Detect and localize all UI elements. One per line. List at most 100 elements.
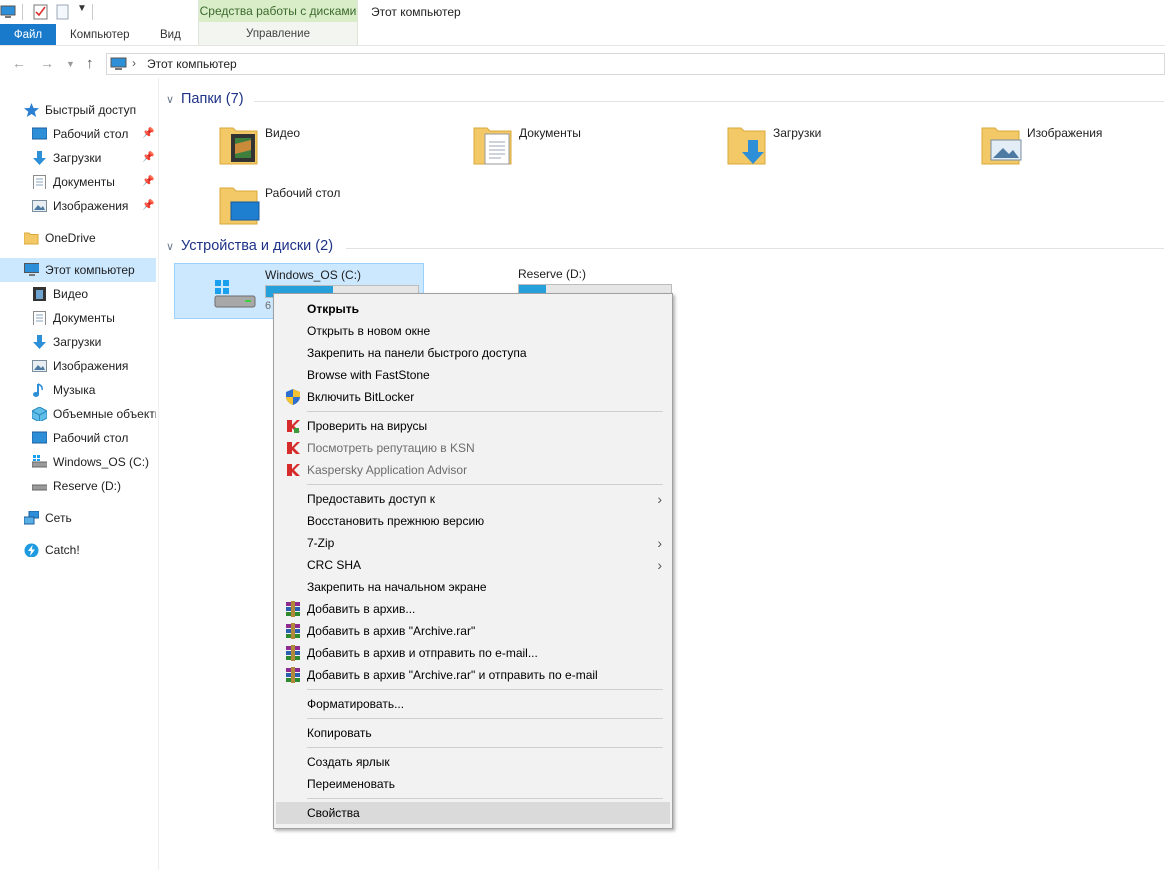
menu-item-kaspersky-advisor[interactable]: Kaspersky Application Advisor bbox=[276, 459, 670, 481]
sidebar-item-label: Рабочий стол bbox=[53, 431, 129, 445]
tab-view[interactable]: Вид bbox=[160, 24, 181, 46]
menu-item-ksn-reputation[interactable]: Посмотреть репутацию в KSN bbox=[276, 437, 670, 459]
menu-item-properties[interactable]: Свойства bbox=[276, 802, 670, 824]
sidebar-item-desktop[interactable]: Рабочий стол 📌 bbox=[0, 122, 156, 146]
menu-item-archive-email[interactable]: Добавить в архив и отправить по e-mail..… bbox=[276, 642, 670, 664]
group-header-devices[interactable]: ∨ Устройства и диски (2) bbox=[166, 238, 1165, 258]
menu-item-label: Добавить в архив "Archive.rar" bbox=[307, 624, 476, 638]
sidebar-item-downloads-pc[interactable]: Загрузки bbox=[0, 330, 156, 354]
recent-locations-icon[interactable]: ▼ bbox=[66, 59, 75, 69]
sidebar-item-pictures-pc[interactable]: Изображения bbox=[0, 354, 156, 378]
chevron-down-icon[interactable]: ∨ bbox=[166, 93, 174, 106]
desktop-folder-icon bbox=[219, 187, 260, 225]
computer-icon[interactable] bbox=[0, 4, 18, 20]
ribbon-divider bbox=[0, 45, 1165, 46]
sidebar-item-network[interactable]: Сеть bbox=[0, 506, 156, 530]
sidebar-item-label: Загрузки bbox=[53, 151, 102, 165]
customize-qat-icon[interactable]: ▼ bbox=[77, 3, 87, 14]
drive-name: Reserve (D:) bbox=[518, 267, 587, 281]
sidebar-item-documents[interactable]: Документы 📌 bbox=[0, 170, 156, 194]
shield-icon bbox=[286, 389, 300, 405]
sidebar-item-videos[interactable]: Видео bbox=[0, 282, 156, 306]
sidebar-item-3d-objects[interactable]: Объемные объекты bbox=[0, 402, 156, 426]
pin-icon[interactable]: 📌 bbox=[142, 146, 154, 170]
menu-item-rename[interactable]: Переименовать bbox=[276, 773, 670, 795]
navigation-pane: Быстрый доступ Рабочий стол 📌 Загрузки 📌… bbox=[0, 92, 158, 870]
sidebar-item-onedrive[interactable]: OneDrive bbox=[0, 226, 156, 250]
folder-item-desktop[interactable]: Рабочий стол bbox=[219, 184, 469, 234]
breadcrumb-path[interactable]: Этот компьютер bbox=[147, 57, 237, 71]
menu-item-add-archive-rar[interactable]: Добавить в архив "Archive.rar" bbox=[276, 620, 670, 642]
divider bbox=[92, 4, 93, 20]
menu-item-archive-rar-email[interactable]: Добавить в архив "Archive.rar" и отправи… bbox=[276, 664, 670, 686]
menu-item-pin-quick-access[interactable]: Закрепить на панели быстрого доступа bbox=[276, 342, 670, 364]
up-arrow-icon[interactable]: ↑ bbox=[86, 55, 94, 72]
properties-icon[interactable] bbox=[33, 4, 49, 20]
menu-item-browse-faststone[interactable]: Browse with FastStone bbox=[276, 364, 670, 386]
sidebar-item-desktop-pc[interactable]: Рабочий стол bbox=[0, 426, 156, 450]
menu-item-bitlocker[interactable]: Включить BitLocker bbox=[276, 386, 670, 408]
folder-item-pictures[interactable]: Изображения bbox=[981, 124, 1165, 174]
menu-item-give-access[interactable]: Предоставить доступ к › bbox=[276, 488, 670, 510]
breadcrumb-chevron-icon[interactable]: › bbox=[132, 56, 136, 70]
winrar-icon bbox=[286, 645, 300, 661]
menu-item-label: Kaspersky Application Advisor bbox=[307, 463, 468, 477]
pin-icon[interactable]: 📌 bbox=[142, 170, 154, 194]
sidebar-item-this-pc[interactable]: Этот компьютер bbox=[0, 258, 156, 282]
sidebar-item-catch[interactable]: Catch! bbox=[0, 538, 156, 562]
pin-icon[interactable]: 📌 bbox=[142, 122, 154, 146]
menu-item-label: Добавить в архив и отправить по e-mail..… bbox=[307, 646, 538, 660]
folder-item-downloads[interactable]: Загрузки bbox=[727, 124, 977, 174]
menu-item-label: Добавить в архив "Archive.rar" и отправи… bbox=[307, 668, 598, 682]
tab-file[interactable]: Файл bbox=[0, 24, 56, 46]
menu-item-add-archive[interactable]: Добавить в архив... bbox=[276, 598, 670, 620]
folder-name: Изображения bbox=[1027, 126, 1103, 140]
folder-item-videos[interactable]: Видео bbox=[219, 124, 469, 174]
contextual-group-title: Средства работы с дисками bbox=[199, 0, 357, 22]
menu-item-copy[interactable]: Копировать bbox=[276, 722, 670, 744]
back-arrow-icon[interactable]: ← bbox=[12, 55, 26, 71]
menu-item-crc-sha[interactable]: CRC SHA › bbox=[276, 554, 670, 576]
menu-item-label: Свойства bbox=[307, 806, 360, 820]
menu-item-label: Проверить на вирусы bbox=[307, 419, 428, 433]
menu-item-pin-start[interactable]: Закрепить на начальном экране bbox=[276, 576, 670, 598]
folder-item-documents[interactable]: Документы bbox=[473, 124, 723, 174]
menu-separator bbox=[307, 484, 663, 485]
sidebar-item-quick-access[interactable]: Быстрый доступ bbox=[0, 98, 156, 122]
sidebar-item-drive-c[interactable]: Windows_OS (C:) bbox=[0, 450, 156, 474]
menu-item-7zip[interactable]: 7-Zip › bbox=[276, 532, 670, 554]
chevron-down-icon[interactable]: ∨ bbox=[166, 240, 174, 253]
menu-separator bbox=[307, 747, 663, 748]
kaspersky-icon bbox=[287, 442, 300, 454]
menu-item-create-shortcut[interactable]: Создать ярлык bbox=[276, 751, 670, 773]
group-header-folders[interactable]: ∨ Папки (7) bbox=[166, 91, 1165, 111]
menu-item-restore-version[interactable]: Восстановить прежнюю версию bbox=[276, 510, 670, 532]
tab-manage[interactable]: Управление bbox=[199, 22, 357, 45]
menu-item-open-new-window[interactable]: Открыть в новом окне bbox=[276, 320, 670, 342]
menu-item-label: Включить BitLocker bbox=[307, 390, 415, 404]
sidebar-item-downloads[interactable]: Загрузки 📌 bbox=[0, 146, 156, 170]
address-bar[interactable]: › Этот компьютер bbox=[106, 53, 1165, 75]
sidebar-item-drive-d[interactable]: Reserve (D:) bbox=[0, 474, 156, 498]
menu-item-label: Предоставить доступ к bbox=[307, 492, 435, 506]
catch-icon bbox=[24, 543, 39, 557]
sidebar-item-label: Сеть bbox=[45, 511, 72, 525]
context-menu: Открыть Открыть в новом окне Закрепить н… bbox=[273, 293, 673, 829]
sidebar-item-music[interactable]: Музыка bbox=[0, 378, 156, 402]
sidebar-item-documents-pc[interactable]: Документы bbox=[0, 306, 156, 330]
forward-arrow-icon[interactable]: → bbox=[40, 55, 54, 71]
tab-computer[interactable]: Компьютер bbox=[70, 24, 130, 46]
menu-item-scan-virus[interactable]: Проверить на вирусы bbox=[276, 415, 670, 437]
menu-separator bbox=[307, 689, 663, 690]
menu-item-label: Закрепить на начальном экране bbox=[307, 580, 487, 594]
menu-item-format[interactable]: Форматировать... bbox=[276, 693, 670, 715]
quick-access-toolbar: ▼ bbox=[0, 0, 200, 24]
menu-item-label: Browse with FastStone bbox=[307, 368, 430, 382]
pin-icon[interactable]: 📌 bbox=[142, 194, 154, 218]
sidebar-item-label: Документы bbox=[53, 311, 115, 325]
sidebar-item-pictures[interactable]: Изображения 📌 bbox=[0, 194, 156, 218]
new-folder-icon[interactable] bbox=[56, 4, 70, 20]
documents-icon bbox=[33, 175, 46, 189]
sidebar-item-label: Музыка bbox=[53, 383, 96, 397]
menu-item-open[interactable]: Открыть bbox=[276, 298, 670, 320]
